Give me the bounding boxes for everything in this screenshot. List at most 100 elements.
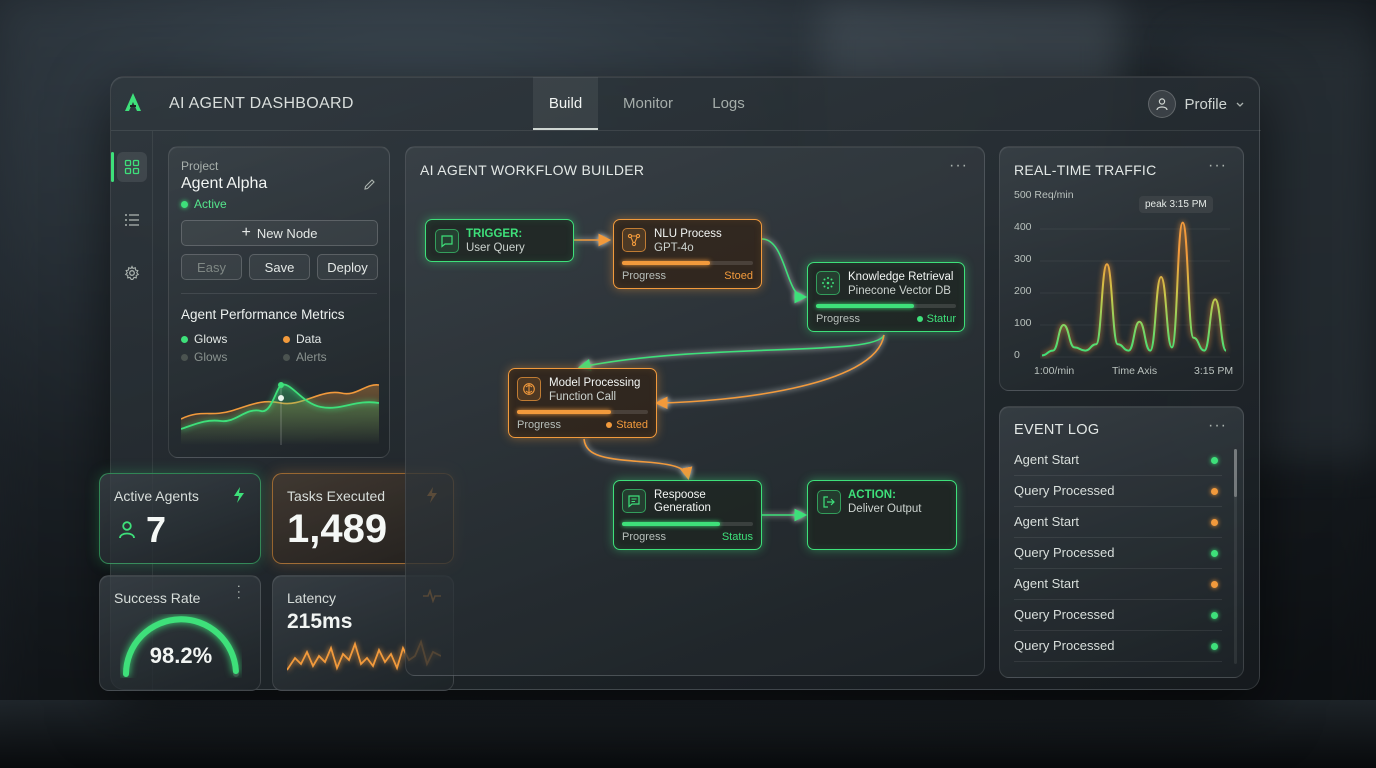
status-dot: [1211, 519, 1218, 526]
message-icon: [622, 489, 646, 513]
tab-build[interactable]: Build: [533, 77, 598, 130]
sidebar-item-dashboard[interactable]: [117, 152, 147, 182]
node-subtitle: Pinecone Vector DB: [848, 285, 951, 297]
x-tick-label: 3:15 PM: [1194, 365, 1234, 377]
latency-value: 215ms: [287, 610, 353, 633]
save-button[interactable]: Save: [249, 254, 310, 280]
performance-sparkline: [181, 382, 379, 445]
project-panel: Project Agent Alpha Active + New Node Ea…: [168, 146, 390, 458]
y-tick-label: 200: [1014, 285, 1032, 297]
progress-fill: [517, 410, 612, 414]
model-processing-node[interactable]: Model Processing Function Call Progress …: [508, 368, 657, 438]
more-icon[interactable]: ···: [1208, 157, 1227, 175]
legend-dot: [181, 335, 188, 343]
more-icon[interactable]: ···: [232, 584, 248, 601]
scrollbar-thumb[interactable]: [1234, 449, 1237, 497]
chat-icon: [435, 229, 459, 253]
node-title: Model Processing: [549, 377, 641, 389]
easy-button[interactable]: Easy: [181, 254, 242, 280]
y-tick-label: 300: [1014, 253, 1032, 265]
new-node-button[interactable]: + New Node: [181, 220, 378, 246]
sidebar-item-list[interactable]: [117, 205, 147, 235]
status-dot: [606, 422, 613, 428]
nlu-process-node[interactable]: NLU Process GPT-4o Progress Stoed: [613, 219, 762, 289]
tab-logs[interactable]: Logs: [701, 77, 756, 130]
log-row[interactable]: Query Processed: [1014, 538, 1222, 569]
progress-fill: [622, 522, 721, 526]
tasks-executed-value: 1,489: [287, 507, 388, 551]
status-dot: [1211, 550, 1218, 557]
progress-label: Progress: [517, 419, 562, 431]
node-subtitle: GPT-4o: [654, 242, 694, 254]
tab-monitor[interactable]: Monitor: [613, 77, 683, 130]
project-name: Agent Alpha: [181, 175, 268, 192]
gear-icon: [124, 265, 140, 280]
log-row[interactable]: Query Processed: [1014, 600, 1222, 631]
node-title: Respoose: [654, 489, 706, 501]
x-tick-label: 1:00/min: [1034, 365, 1075, 377]
active-agents-value: 7: [146, 509, 167, 550]
metrics-title: Agent Performance Metrics: [181, 307, 345, 322]
legend-dot: [181, 353, 188, 361]
output-icon: [817, 490, 841, 514]
node-subtitle: User Query: [466, 242, 525, 254]
action-node[interactable]: ACTION: Deliver Output: [807, 480, 957, 550]
project-label: Project: [181, 159, 219, 173]
x-axis-label: Time Axis: [1112, 365, 1158, 377]
sidebar-active-indicator: [111, 152, 114, 182]
success-rate-card: Success Rate ··· 98.2%: [99, 575, 261, 691]
workflow-builder-panel: AI AGENT WORKFLOW BUILDER ··· TRIGGER: U…: [405, 146, 985, 676]
profile-menu[interactable]: Profile: [1148, 89, 1245, 119]
scrollbar[interactable]: [1234, 449, 1237, 664]
profile-label: Profile: [1184, 95, 1227, 113]
node-title: ACTION:: [848, 489, 896, 501]
status-dot: [1211, 643, 1218, 650]
status-dot: [1211, 581, 1218, 588]
y-axis-label: 500 Req/min: [1014, 189, 1074, 201]
legend-item: Data: [283, 332, 321, 346]
database-icon: [816, 271, 840, 295]
progress-bar: [517, 410, 648, 414]
traffic-series-line: [1041, 221, 1227, 357]
card-label: Latency: [287, 590, 337, 606]
user-icon: [1148, 90, 1177, 118]
log-row[interactable]: Query Processed: [1014, 476, 1222, 507]
deploy-button[interactable]: Deploy: [317, 254, 378, 280]
trigger-node[interactable]: TRIGGER: User Query: [425, 219, 574, 262]
list-icon: [125, 214, 139, 226]
progress-fill: [622, 261, 710, 265]
node-status: Statur: [916, 313, 956, 325]
user-icon: [119, 521, 135, 539]
node-subtitle: Deliver Output: [848, 503, 922, 515]
progress-bar: [622, 522, 753, 526]
response-generation-node[interactable]: Respoose Generation Progress Status: [613, 480, 762, 550]
node-title-line2: Generation: [654, 502, 711, 514]
dashboard-window: AI AGENT DASHBOARD Build Monitor Logs Pr…: [99, 76, 1261, 691]
legend-item: Glows: [181, 332, 227, 346]
node-status: Stoed: [724, 270, 753, 282]
y-tick-label: 0: [1014, 349, 1020, 361]
card-label: Tasks Executed: [287, 488, 386, 504]
backdrop-floor: [0, 700, 1376, 768]
log-row[interactable]: Agent Start: [1014, 445, 1222, 476]
more-icon[interactable]: ···: [1208, 417, 1227, 435]
traffic-panel: REAL-TIME TRAFFIC ··· 500 Req/min 400 30…: [999, 146, 1244, 391]
status-dot: [1211, 612, 1218, 619]
traffic-title: REAL-TIME TRAFFIC: [1014, 162, 1157, 178]
top-bar: AI AGENT DASHBOARD Build Monitor Logs Pr…: [111, 77, 1261, 131]
log-row[interactable]: Query Processed: [1014, 631, 1222, 662]
log-row[interactable]: Agent Start: [1014, 569, 1222, 600]
card-label: Active Agents: [114, 488, 199, 504]
knowledge-retrieval-node[interactable]: Knowledge Retrieval Pinecone Vector DB P…: [807, 262, 965, 332]
sidebar-item-settings[interactable]: [117, 258, 147, 288]
new-node-label: New Node: [256, 225, 318, 241]
progress-label: Progress: [622, 270, 667, 282]
node-title: Knowledge Retrieval: [848, 271, 954, 283]
node-title: NLU Process: [654, 228, 722, 240]
log-row[interactable]: Agent Start: [1014, 507, 1222, 538]
legend-dot: [283, 353, 290, 361]
node-subtitle: Function Call: [549, 391, 617, 403]
pencil-icon[interactable]: [363, 178, 376, 191]
y-tick-label: 100: [1014, 317, 1032, 329]
node-title: TRIGGER:: [466, 228, 523, 240]
